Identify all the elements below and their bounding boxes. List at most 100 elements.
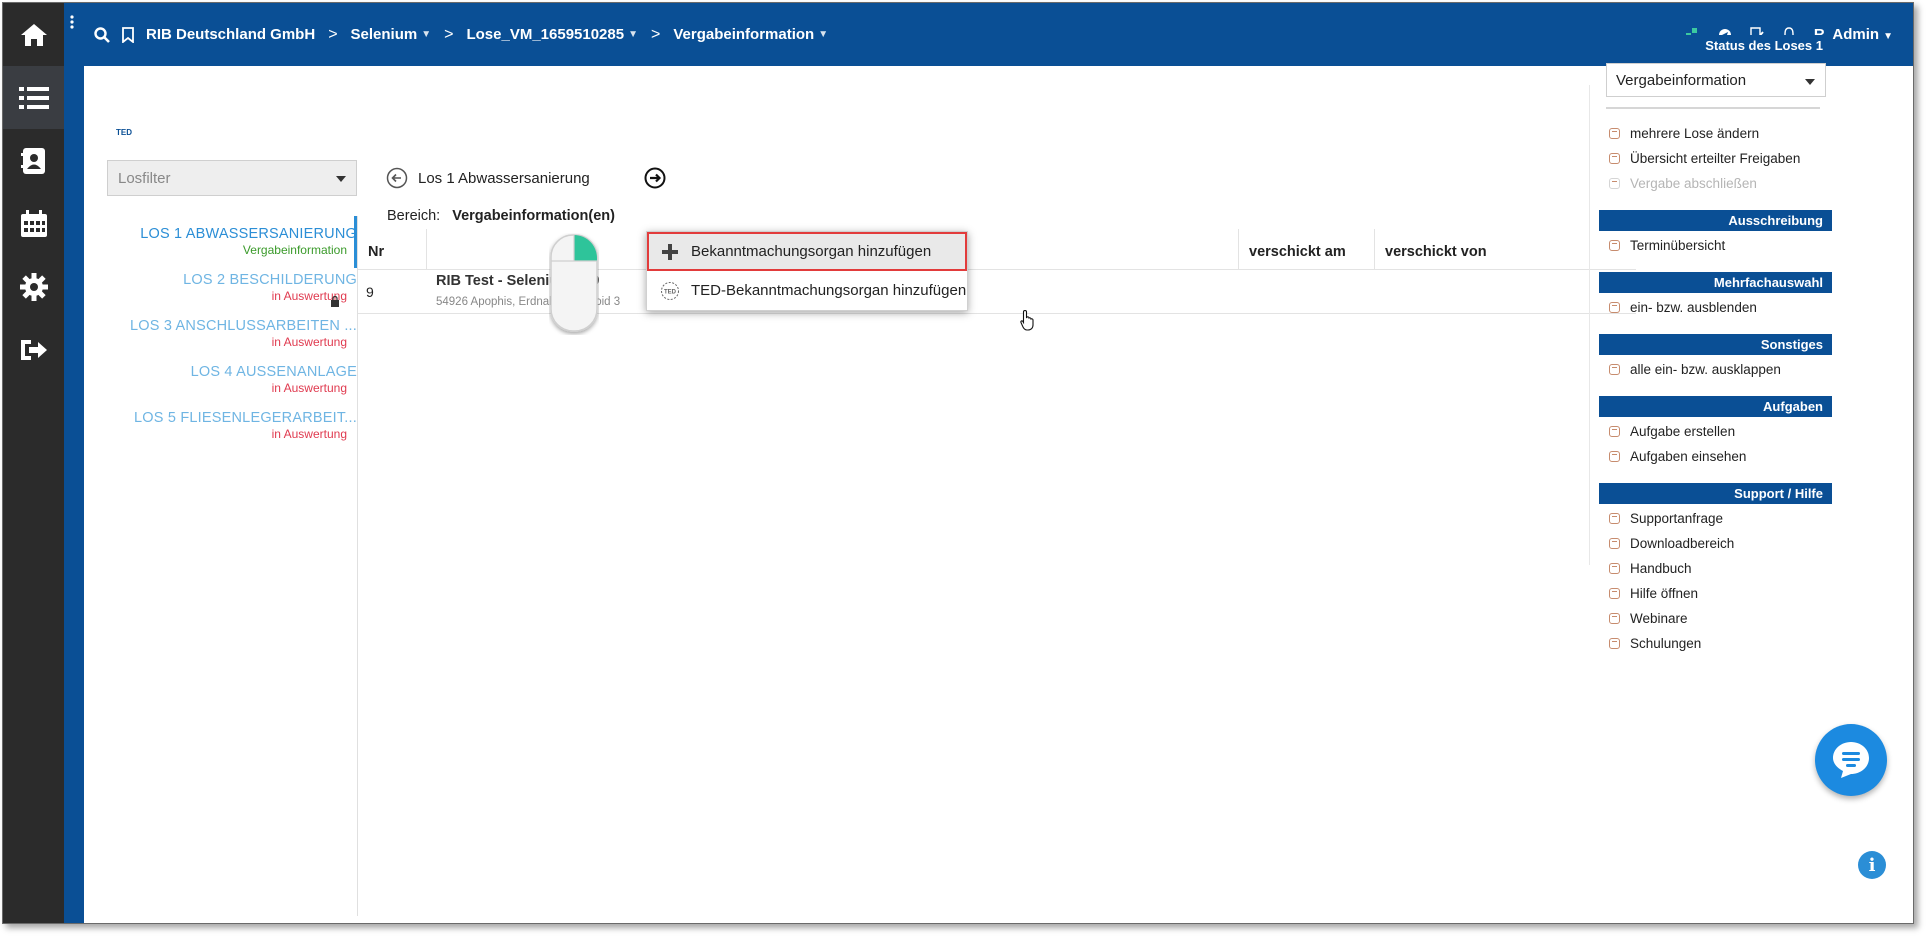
action-label: Aufgaben einsehen [1630, 449, 1747, 464]
action-label: Schulungen [1630, 636, 1702, 651]
action-uebersicht-freigaben[interactable]: Übersicht erteilter Freigaben [1599, 146, 1832, 171]
logout-nav-button[interactable] [3, 318, 64, 381]
chevron-down-icon: ▼ [1883, 31, 1893, 42]
los-title: LOS 1 ABWASSERSANIERUNG [140, 226, 357, 242]
menu-item-label: Bekanntmachungsorgan hinzufügen [691, 243, 932, 260]
chat-button[interactable] [1815, 724, 1887, 796]
losfilter-select[interactable]: Losfilter [107, 160, 357, 196]
action-aufgaben-einsehen[interactable]: Aufgaben einsehen [1599, 444, 1832, 469]
group-sonstiges: Sonstiges alle ein- bzw. ausklappen [1599, 334, 1832, 382]
los-title: LOS 5 FLIESENLEGERARBEIT... [134, 410, 357, 426]
action-webinare[interactable]: Webinare [1599, 606, 1832, 631]
bookmark-icon[interactable] [122, 26, 134, 43]
info-icon[interactable]: i [1858, 851, 1886, 879]
group-header: Aufgaben [1599, 396, 1832, 417]
action-aufgabe-erstellen[interactable]: Aufgabe erstellen [1599, 419, 1832, 444]
los-item[interactable]: LOS 1 ABWASSERSANIERUNG Vergabeinformati… [84, 226, 357, 257]
action-handbuch[interactable]: Handbuch [1599, 556, 1832, 581]
group-mehrfachauswahl: Mehrfachauswahl ein- bzw. ausblenden [1599, 272, 1832, 320]
group-ausschreibung: Ausschreibung Terminübersicht [1599, 210, 1832, 258]
settings-nav-button[interactable] [3, 255, 64, 318]
status-underline [1606, 107, 1820, 109]
action-label: Supportanfrage [1630, 511, 1724, 526]
group-header: Ausschreibung [1599, 210, 1832, 231]
dropdown-arrow-icon [336, 176, 346, 182]
action-downloadbereich[interactable]: Downloadbereich [1599, 531, 1832, 556]
breadcrumb-project[interactable]: Selenium [351, 26, 418, 43]
svg-text:TED: TED [664, 289, 677, 295]
calendar-icon [20, 209, 47, 237]
bullet-icon [1609, 451, 1620, 462]
action-label: alle ein- bzw. ausklappen [1630, 362, 1781, 377]
los-item[interactable]: LOS 4 AUSSENANLAGE in Auswertung [84, 364, 357, 395]
action-label: Downloadbereich [1630, 536, 1735, 551]
action-terminuebersicht[interactable]: Terminübersicht [1599, 233, 1832, 258]
action-label: Übersicht erteilter Freigaben [1630, 151, 1801, 166]
left-sidebar [3, 3, 64, 923]
hand-pointer-icon [1020, 309, 1034, 331]
breadcrumb-separator: > [444, 25, 454, 43]
group-aufgaben: Aufgaben Aufgabe erstellen Aufgaben eins… [1599, 396, 1832, 469]
chevron-down-icon[interactable]: ▼ [628, 29, 638, 40]
calendar-nav-button[interactable] [3, 192, 64, 255]
action-hilfe-oeffnen[interactable]: Hilfe öffnen [1599, 581, 1832, 606]
row-nr: 9 [366, 284, 374, 300]
bereich-value: Vergabeinformation(en) [452, 208, 615, 224]
more-vertical-icon[interactable] [70, 15, 74, 29]
bereich-label: Bereich: [387, 208, 441, 224]
app-window: RIB Deutschland GmbH > Selenium ▼ > Lose_… [2, 2, 1914, 924]
action-ein-ausklappen[interactable]: alle ein- bzw. ausklappen [1599, 357, 1832, 382]
los-status: in Auswertung [271, 381, 347, 395]
bullet-icon [1609, 513, 1620, 524]
breadcrumb-lose[interactable]: Lose_VM_1659510285 [466, 26, 624, 43]
mouse-right-click-icon [550, 234, 598, 332]
los-title: LOS 2 BESCHILDERUNG [183, 272, 357, 288]
action-mehrere-lose-aendern[interactable]: mehrere Lose ändern [1599, 121, 1832, 146]
group-header: Support / Hilfe [1599, 483, 1832, 504]
column-header-nr[interactable]: Nr [358, 229, 427, 269]
breadcrumb-section[interactable]: Vergabeinformation [673, 26, 814, 43]
search-icon[interactable] [94, 26, 110, 43]
status-select[interactable]: Vergabeinformation [1606, 63, 1826, 97]
los-title: LOS 4 AUSSENANLAGE [190, 364, 357, 380]
lose-list: LOS 1 ABWASSERSANIERUNG Vergabeinformati… [84, 226, 357, 456]
los-item[interactable]: LOS 5 FLIESENLEGERARBEIT... in Auswertun… [84, 410, 357, 441]
action-label: Vergabe abschließen [1630, 176, 1757, 191]
los-item[interactable]: LOS 3 ANSCHLUSSARBEITEN ... in Auswertun… [84, 318, 357, 349]
home-nav-button[interactable] [3, 3, 64, 66]
prev-arrow-icon[interactable] [386, 167, 408, 189]
lock-icon [331, 296, 339, 307]
contacts-icon [20, 147, 45, 174]
chevron-down-icon[interactable]: ▼ [818, 29, 828, 40]
column-header-verschickt-am[interactable]: verschickt am [1239, 229, 1375, 269]
contacts-nav-button[interactable] [3, 129, 64, 192]
add-bekanntmachungsorgan-menu-item[interactable]: Bekanntmachungsorgan hinzufügen [647, 232, 967, 271]
chevron-down-icon[interactable]: ▼ [421, 29, 431, 40]
column-header-verschickt-von[interactable]: verschickt von [1375, 229, 1635, 269]
action-ein-ausblenden[interactable]: ein- bzw. ausblenden [1599, 295, 1832, 320]
bullet-icon [1609, 638, 1620, 649]
bullet-icon [1609, 613, 1620, 624]
action-label: ein- bzw. ausblenden [1630, 300, 1757, 315]
next-arrow-icon[interactable] [644, 167, 666, 189]
action-supportanfrage[interactable]: Supportanfrage [1599, 506, 1832, 531]
bullet-icon [1609, 178, 1620, 189]
list-nav-button[interactable] [3, 66, 64, 129]
bullet-icon [1609, 563, 1620, 574]
action-label: Handbuch [1630, 561, 1692, 576]
ted-logo: TED [116, 128, 132, 137]
menu-item-label: TED-Bekanntmachungsorgan hinzufügen [691, 282, 967, 299]
bullet-icon [1609, 302, 1620, 313]
los-item[interactable]: LOS 2 BESCHILDERUNG in Auswertung [84, 272, 357, 303]
bullet-icon [1609, 588, 1620, 599]
breadcrumb-company[interactable]: RIB Deutschland GmbH [146, 26, 315, 43]
ted-icon: TED [659, 281, 681, 301]
bullet-icon [1609, 426, 1620, 437]
los-status: Vergabeinformation [242, 243, 347, 257]
action-schulungen[interactable]: Schulungen [1599, 631, 1832, 656]
context-menu: Bekanntmachungsorgan hinzufügen TED TED-… [646, 231, 968, 311]
breadcrumb: RIB Deutschland GmbH > Selenium ▼ > Lose_… [94, 3, 828, 66]
group-support-hilfe: Support / Hilfe Supportanfrage Downloadb… [1599, 483, 1832, 656]
current-los-label: Los 1 Abwassersanierung [418, 169, 590, 187]
add-ted-bekanntmachungsorgan-menu-item[interactable]: TED TED-Bekanntmachungsorgan hinzufügen [647, 271, 967, 310]
